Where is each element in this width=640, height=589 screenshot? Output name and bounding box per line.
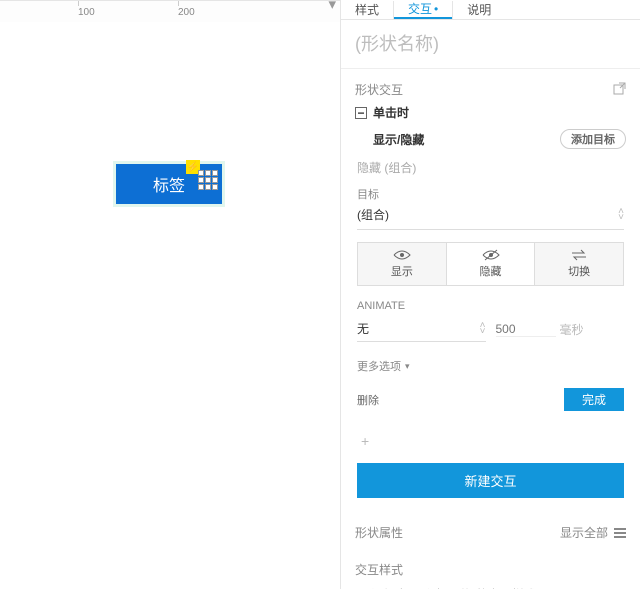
ruler-area: ▾ 100 200	[0, 0, 340, 22]
tab-interaction[interactable]: 交互•	[394, 0, 452, 19]
animate-value: 无	[357, 320, 369, 337]
ruler-tick-100: 100	[78, 7, 95, 18]
plus-icon: +	[357, 431, 373, 451]
duration-input[interactable]	[496, 322, 556, 337]
new-interaction-button[interactable]: 新建交互	[357, 463, 624, 498]
shape-name-input[interactable]: (形状名称)	[341, 20, 640, 69]
seg-show[interactable]: 显示	[358, 243, 447, 285]
chevron-updown-icon: ˄˅	[480, 323, 486, 335]
action-label: 显示/隐藏	[373, 131, 424, 148]
done-button[interactable]: 完成	[564, 388, 624, 411]
external-icon[interactable]	[613, 82, 626, 98]
add-interaction-row[interactable]: +	[341, 421, 640, 457]
collapse-box-icon[interactable]: −	[355, 107, 367, 119]
shape-label: 标签	[153, 172, 185, 196]
duration-unit: 毫秒	[560, 321, 584, 338]
properties-panel: 样式 交互• 说明 (形状名称) 形状交互 − 单击时 显示/隐藏 添加目标 隐…	[340, 0, 640, 589]
horizontal-ruler: 100 200	[0, 7, 340, 23]
seg-hide[interactable]: 隐藏	[447, 243, 536, 285]
interaction-style-label: 交互样式	[341, 555, 640, 582]
seg-toggle[interactable]: 切换	[535, 243, 623, 285]
target-label: 目标	[357, 186, 624, 202]
add-interaction-style[interactable]: + 添加类似"鼠标悬停"的交互样式	[341, 582, 640, 589]
panel-tabs: 样式 交互• 说明	[341, 0, 640, 20]
visibility-segment: 显示 隐藏 切换	[357, 242, 624, 286]
action-subtitle: 隐藏 (组合)	[341, 153, 640, 178]
shape-interaction-label: 形状交互	[355, 81, 403, 98]
action-show-hide-row[interactable]: 显示/隐藏 添加目标	[341, 125, 640, 153]
ruler-tick-200: 200	[178, 7, 195, 18]
canvas-body[interactable]: 标签 ⚡	[0, 22, 340, 589]
event-onclick-label: 单击时	[373, 104, 409, 121]
event-onclick-row[interactable]: − 单击时	[341, 100, 640, 125]
resize-handle-grid[interactable]	[198, 170, 218, 190]
tab-notes[interactable]: 说明	[453, 0, 505, 19]
animate-select[interactable]: 无 ˄˅	[357, 316, 486, 342]
canvas-pane[interactable]: ▾ 100 200 标签 ⚡	[0, 0, 340, 589]
more-options-toggle[interactable]: 更多选项▾	[341, 348, 640, 380]
target-select[interactable]: (组合) ˄˅	[357, 202, 624, 230]
animate-label: ANIMATE	[357, 300, 624, 312]
selected-shape[interactable]: 标签 ⚡	[113, 161, 225, 207]
duration-field[interactable]: 毫秒	[496, 316, 625, 342]
delete-action-link[interactable]: 删除	[357, 392, 379, 408]
add-target-button[interactable]: 添加目标	[560, 129, 626, 149]
target-value: (组合)	[357, 206, 389, 223]
menu-icon	[614, 528, 626, 538]
show-all-toggle[interactable]: 显示全部	[560, 524, 626, 541]
chevron-updown-icon: ˄˅	[618, 209, 624, 221]
shape-props-label: 形状属性	[355, 524, 403, 541]
tab-style[interactable]: 样式	[341, 0, 393, 19]
